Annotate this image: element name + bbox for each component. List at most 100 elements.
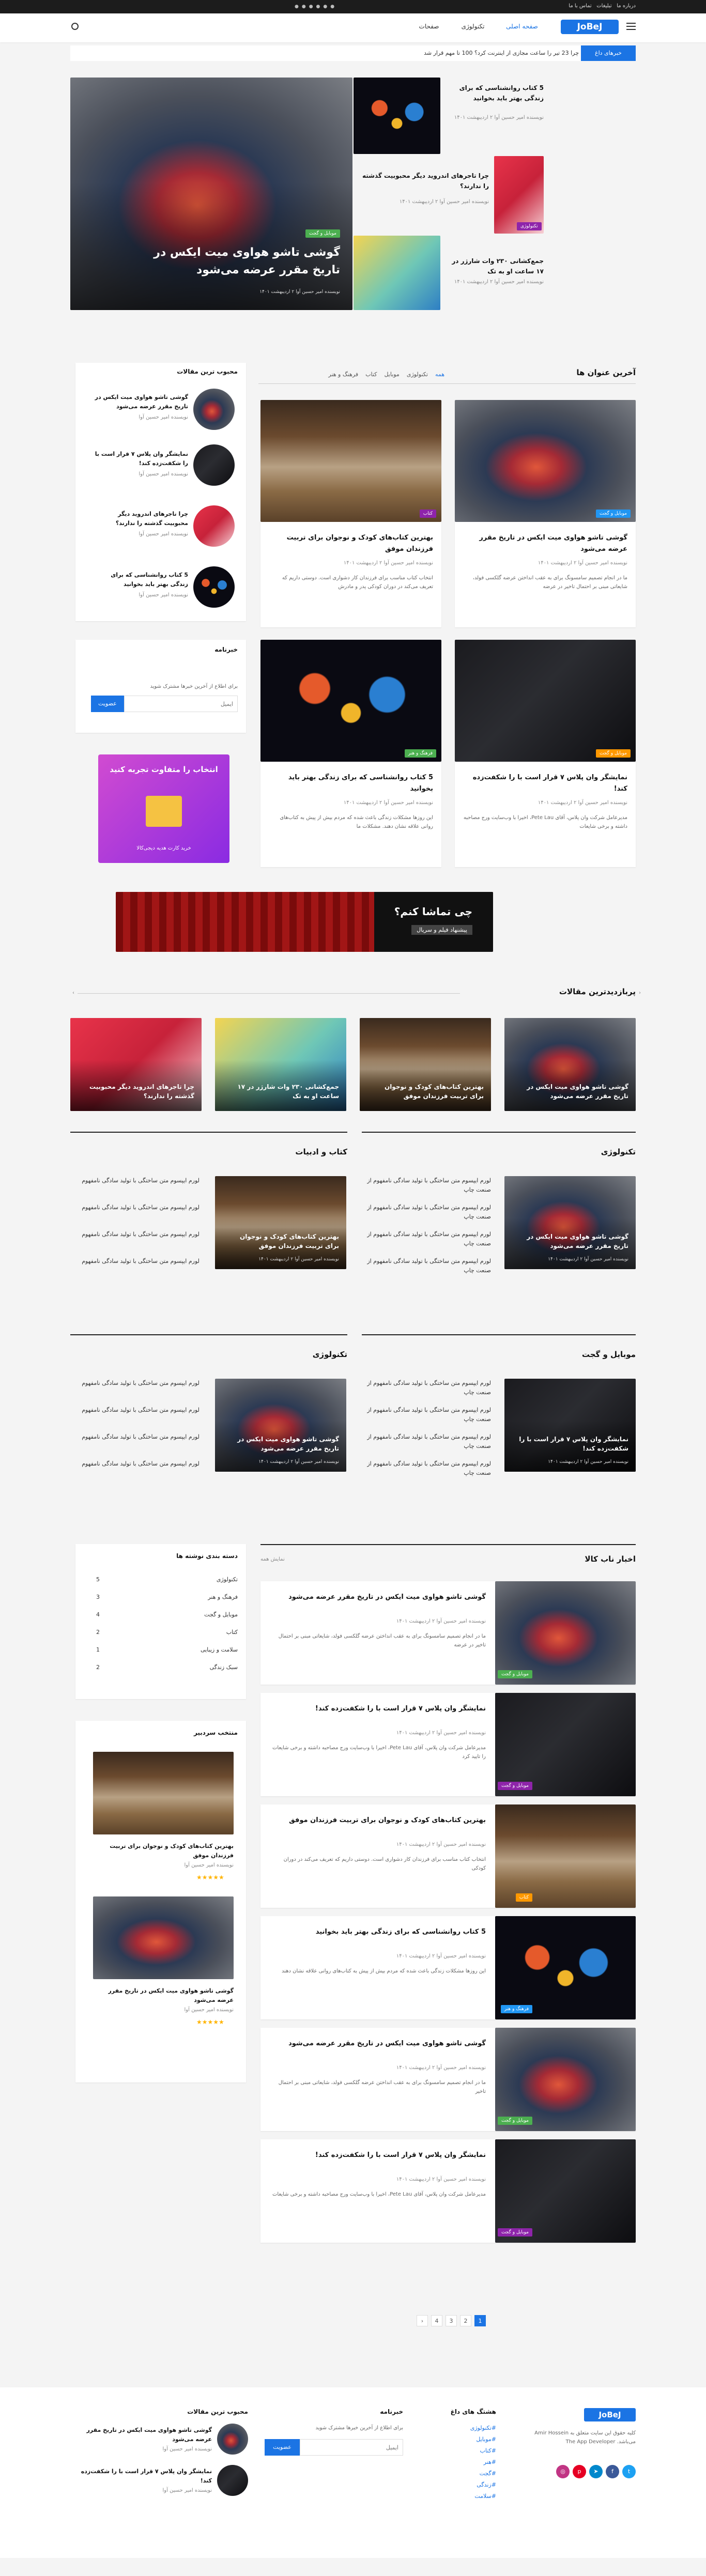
sidebar-newsletter-email-input[interactable] xyxy=(124,696,238,712)
sidebar-popular-thumb-2[interactable] xyxy=(193,444,235,486)
sidebar-popular-thumb-1[interactable] xyxy=(193,389,235,430)
editors-item-2-title[interactable]: گوشی تاشو هواوی میت ایکس در تاریخ مقرر ع… xyxy=(93,1986,234,2005)
hero-side-title-2[interactable]: چرا تاجرهای اندروید دیگر محبوبیت گذشته ر… xyxy=(357,171,489,191)
news-item-3[interactable]: کتاب بهترین کتاب‌های کودک و نوجوان برای … xyxy=(260,1804,636,1908)
section-mobile-link-4[interactable]: لورم ایپسوم متن ساختگی با تولید سادگی نا… xyxy=(362,1459,491,1478)
editors-item-1-image[interactable] xyxy=(93,1752,234,1834)
news-item-5-image[interactable] xyxy=(495,2028,636,2131)
popular-card-1-title[interactable]: گوشی تاشو هواوی میت ایکس در تاریخ مقرر ع… xyxy=(515,1082,628,1101)
latest-card-2-title[interactable]: بهترین کتاب‌های کودک و نوجوان برای تربیت… xyxy=(269,532,433,555)
news-item-4-badge[interactable]: فرهنگ و هنر xyxy=(500,2005,532,2013)
logo[interactable]: JoBeJ xyxy=(561,20,619,34)
section-tech2-title[interactable]: گوشی تاشو هواوی میت ایکس در تاریخ مقرر ع… xyxy=(225,1434,339,1453)
category-item-3[interactable]: موبایل و گجت xyxy=(155,1610,238,1619)
latest-tab-culture[interactable]: فرهنگ و هنر xyxy=(328,371,358,378)
news-item-6-title[interactable]: نمایشگر وان پلاس ۷ قرار است با را شکفت‌ز… xyxy=(269,2150,486,2161)
section-tech2-image[interactable]: گوشی تاشو هواوی میت ایکس در تاریخ مقرر ع… xyxy=(215,1379,346,1472)
section-tech2-link-4[interactable]: لورم ایپسوم متن ساختگی با تولید سادگی نا… xyxy=(70,1459,199,1469)
nav-tech[interactable]: تکنولوژی xyxy=(452,23,494,32)
latest-card-2-image[interactable] xyxy=(260,400,441,522)
news-item-4-image[interactable] xyxy=(495,1916,636,2019)
latest-card-1-title[interactable]: گوشی تاشو هواوی میت ایکس در تاریخ مقرر ع… xyxy=(463,532,627,555)
nav-pages[interactable]: صفحات xyxy=(408,23,450,32)
news-item-2-title[interactable]: نمایشگر وان پلاس ۷ قرار است با را شکفت‌ز… xyxy=(269,1703,486,1715)
footer-twitter-icon[interactable]: t xyxy=(622,2465,636,2478)
latest-card-4-title[interactable]: 5 کتاب روانشناسی که برای زندگی بهتر باید… xyxy=(269,772,433,795)
section-mobile-title[interactable]: نمایشگر وان پلاس ۷ قرار است با را شکفت‌ز… xyxy=(515,1434,628,1453)
section-books-link-1[interactable]: لورم ایپسوم متن ساختگی با تولید سادگی نا… xyxy=(70,1176,199,1185)
pagination-page-2[interactable]: 2 xyxy=(460,2315,471,2326)
news-item-4-title[interactable]: 5 کتاب روانشناسی که برای زندگی بهتر باید… xyxy=(269,1926,486,1938)
sidebar-popular-title-1[interactable]: گوشی تاشو هواوی میت ایکس در تاریخ مقرر ع… xyxy=(93,393,188,411)
footer-popular-thumb-1[interactable] xyxy=(217,2424,248,2455)
latest-card-4[interactable]: فرهنگ و هنر 5 کتاب روانشناسی که برای زند… xyxy=(260,640,441,867)
section-books-link-3[interactable]: لورم ایپسوم متن ساختگی با تولید سادگی نا… xyxy=(70,1230,199,1239)
pagination-next[interactable]: › xyxy=(417,2315,428,2326)
popular-card-2-title[interactable]: بهترین کتاب‌های کودک و نوجوان برای تربیت… xyxy=(370,1082,484,1101)
news-item-6-badge[interactable]: موبایل و گجت xyxy=(497,2228,532,2236)
news-item-6-image[interactable] xyxy=(495,2139,636,2243)
hero-side-image-3[interactable] xyxy=(354,236,440,310)
news-view-all[interactable]: نمایش همه xyxy=(260,1556,317,1562)
news-item-1[interactable]: موبایل و گجت گوشی تاشو هواوی میت ایکس در… xyxy=(260,1581,636,1685)
popular-card-4[interactable]: چرا تاجرهای اندروید دیگر محبوبیت گذشته ر… xyxy=(70,1018,202,1111)
footer-telegram-icon[interactable]: ➤ xyxy=(589,2465,603,2478)
news-item-3-image[interactable] xyxy=(495,1804,636,1908)
cinema-banner[interactable]: چی تماشا کنم؟ پیشنهاد فیلم و سریال xyxy=(116,892,493,952)
news-item-4[interactable]: فرهنگ و هنر 5 کتاب روانشناسی که برای زند… xyxy=(260,1916,636,2019)
sidebar-newsletter-button[interactable]: عضویت xyxy=(91,696,124,712)
latest-card-2[interactable]: کتاب بهترین کتاب‌های کودک و نوجوان برای … xyxy=(260,400,441,627)
pagination-page-1[interactable]: 1 xyxy=(474,2315,486,2326)
footer-tag-4[interactable]: #هنر xyxy=(444,2458,496,2467)
footer-popular-title-2[interactable]: نمایشگر وان پلاس ۷ قرار است با را شکفت‌ز… xyxy=(78,2467,212,2486)
sidebar-popular-title-3[interactable]: چرا تاجرهای اندروید دیگر محبوبیت گذشته ر… xyxy=(93,510,188,528)
footer-pinterest-icon[interactable]: p xyxy=(573,2465,586,2478)
popular-card-3-title[interactable]: جمع‌کشانی ۲۳۰ وات شارژر در ۱۷ ساعت او به… xyxy=(225,1082,339,1101)
latest-card-1-image[interactable] xyxy=(455,400,636,522)
hero-side-image-1[interactable] xyxy=(354,78,440,154)
news-item-5-badge[interactable]: موبایل و گجت xyxy=(497,2117,532,2125)
ticker-text[interactable]: چرا 23 تیر را ساعت مجازی از اینترنت کرد؟… xyxy=(269,50,579,58)
category-item-2[interactable]: فرهنگ و هنر xyxy=(155,1593,238,1602)
news-item-2[interactable]: موبایل و گجت نمایشگر وان پلاس ۷ قرار است… xyxy=(260,1693,636,1796)
footer-newsletter-email-input[interactable] xyxy=(300,2439,403,2456)
section-tech-link-4[interactable]: لورم ایپسوم متن ساختگی با تولید سادگی نا… xyxy=(362,1257,491,1275)
sidebar-popular-title-2[interactable]: نمایشگر وان پلاس ۷ قرار است با را شکفت‌ز… xyxy=(93,450,188,468)
section-books-image[interactable]: بهترین کتاب‌های کودک و نوجوان برای تربیت… xyxy=(215,1176,346,1269)
sidebar-popular-thumb-4[interactable] xyxy=(193,566,235,608)
section-mobile-link-1[interactable]: لورم ایپسوم متن ساختگی با تولید سادگی نا… xyxy=(362,1379,491,1397)
category-item-5[interactable]: سلامت و زیبایی xyxy=(155,1645,238,1655)
section-books-link-2[interactable]: لورم ایپسوم متن ساختگی با تولید سادگی نا… xyxy=(70,1203,199,1212)
latest-card-3-title[interactable]: نمایشگر وان پلاس ۷ قرار است با را شکفت‌ز… xyxy=(463,772,627,795)
section-tech-link-1[interactable]: لورم ایپسوم متن ساختگی با تولید سادگی نا… xyxy=(362,1176,491,1195)
category-item-4[interactable]: کتاب xyxy=(155,1628,238,1637)
footer-tag-7[interactable]: #سلامت xyxy=(444,2492,496,2501)
pagination-page-3[interactable]: 3 xyxy=(446,2315,457,2326)
footer-newsletter-button[interactable]: عضویت xyxy=(265,2439,300,2456)
nav-home[interactable]: صفحه اصلی xyxy=(496,23,548,32)
latest-card-3[interactable]: موبایل و گجت نمایشگر وان پلاس ۷ قرار است… xyxy=(455,640,636,867)
section-tech2-link-2[interactable]: لورم ایپسوم متن ساختگی با تولید سادگی نا… xyxy=(70,1406,199,1415)
latest-card-4-badge[interactable]: فرهنگ و هنر xyxy=(404,749,436,758)
footer-tag-3[interactable]: #کتاب xyxy=(444,2446,496,2456)
latest-card-1-badge[interactable]: موبایل و گجت xyxy=(595,510,631,518)
hero-side-badge-2[interactable]: تکنولوژی xyxy=(517,222,542,230)
news-item-5[interactable]: موبایل و گجت گوشی تاشو هواوی میت ایکس در… xyxy=(260,2028,636,2131)
section-books-title[interactable]: بهترین کتاب‌های کودک و نوجوان برای تربیت… xyxy=(225,1232,339,1251)
hero-main-image[interactable]: موبایل و گجت گوشی تاشو هواوی میت ایکس در… xyxy=(70,78,352,310)
footer-tag-6[interactable]: #زندگی xyxy=(444,2480,496,2490)
footer-logo[interactable]: JoBeJ xyxy=(584,2408,636,2421)
footer-popular-thumb-2[interactable] xyxy=(217,2465,248,2496)
news-item-1-badge[interactable]: موبایل و گجت xyxy=(497,1670,532,1678)
latest-card-3-image[interactable] xyxy=(455,640,636,762)
popular-card-2[interactable]: بهترین کتاب‌های کودک و نوجوان برای تربیت… xyxy=(360,1018,491,1111)
top-link-ads[interactable]: تبلیغات xyxy=(596,3,611,9)
latest-card-3-badge[interactable]: موبایل و گجت xyxy=(595,749,631,758)
section-tech-image[interactable]: گوشی تاشو هواوی میت ایکس در تاریخ مقرر ع… xyxy=(504,1176,636,1269)
section-tech2-link-3[interactable]: لورم ایپسوم متن ساختگی با تولید سادگی نا… xyxy=(70,1432,199,1442)
sidebar-popular-title-4[interactable]: 5 کتاب روانشناسی که برای زندگی بهتر باید… xyxy=(93,570,188,589)
news-item-3-title[interactable]: بهترین کتاب‌های کودک و نوجوان برای تربیت… xyxy=(269,1815,486,1826)
popular-card-4-title[interactable]: چرا تاجرهای اندروید دیگر محبوبیت گذشته ر… xyxy=(81,1082,194,1101)
hero-main-badge[interactable]: موبایل و گجت xyxy=(305,229,340,238)
popular-next-arrow[interactable]: › xyxy=(636,989,644,997)
